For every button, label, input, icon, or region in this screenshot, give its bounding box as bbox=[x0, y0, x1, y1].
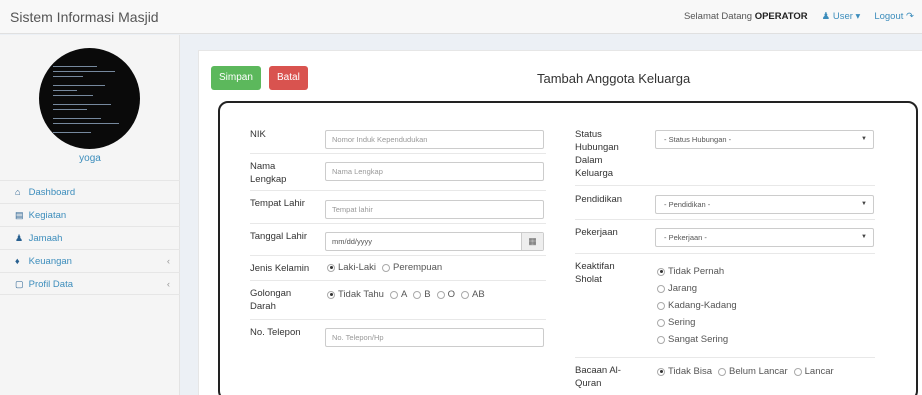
pendidikan-select[interactable]: - Pendidikan - ▼ bbox=[655, 195, 874, 214]
divider bbox=[575, 219, 875, 220]
sidebar-item-keuangan[interactable]: ♦ Keuangan ‹ bbox=[0, 249, 180, 272]
divider bbox=[250, 280, 546, 281]
chevron-left-icon: ‹ bbox=[166, 279, 170, 290]
divider bbox=[575, 253, 875, 254]
pekerjaan-select[interactable]: - Pekerjaan - ▼ bbox=[655, 228, 874, 247]
divider bbox=[575, 357, 875, 358]
tempat-lahir-label: Tempat Lahir bbox=[250, 198, 305, 209]
tanggal-lahir-label: Tanggal Lahir bbox=[250, 231, 308, 242]
avatar bbox=[39, 48, 140, 149]
nama-lengkap-input[interactable]: Nama Lengkap bbox=[325, 162, 544, 181]
app-title[interactable]: Sistem Informasi Masjid bbox=[10, 9, 159, 25]
radio-unselected-icon bbox=[657, 284, 665, 293]
nama-lengkap-label: Nama Lengkap bbox=[250, 161, 287, 185]
radio-belum-lancar[interactable]: Belum Lancar bbox=[718, 366, 788, 377]
status-hubungan-select[interactable]: - Status Hubungan - ▼ bbox=[655, 130, 874, 149]
radio-unselected-icon bbox=[657, 335, 665, 344]
save-button[interactable]: Simpan bbox=[211, 66, 261, 90]
radio-ab[interactable]: AB bbox=[461, 289, 485, 300]
radio-perempuan[interactable]: Perempuan bbox=[382, 262, 442, 273]
radio-selected-icon bbox=[327, 263, 335, 272]
radio-sangat-sering[interactable]: Sangat Sering bbox=[657, 331, 737, 348]
top-nav-right: Selamat Datang OPERATOR ♟ User ▾ Logout … bbox=[684, 11, 914, 22]
radio-unselected-icon bbox=[718, 367, 726, 376]
tanggal-lahir-input[interactable]: mm/dd/yyyy ▦ bbox=[325, 232, 544, 251]
top-navbar: Sistem Informasi Masjid Selamat Datang O… bbox=[0, 0, 922, 34]
radio-unselected-icon bbox=[436, 290, 445, 299]
telepon-input[interactable]: No. Telepon/Hp bbox=[325, 328, 544, 347]
file-icon: ▢ bbox=[15, 279, 24, 289]
sidebar-item-jamaah[interactable]: ♟ Jamaah bbox=[0, 226, 180, 249]
divider bbox=[250, 255, 546, 256]
calendar-icon: ▤ bbox=[15, 210, 24, 220]
telepon-label: No. Telepon bbox=[250, 327, 301, 338]
keaktifan-sholat-radio-group: Tidak Pernah Jarang Kadang-Kadang Sering… bbox=[657, 263, 737, 348]
jenis-kelamin-label: Jenis Kelamin bbox=[250, 263, 310, 274]
main-content: Simpan Batal Tambah Anggota Keluarga NIK… bbox=[198, 50, 922, 395]
divider bbox=[250, 190, 546, 191]
radio-b[interactable]: B bbox=[413, 289, 431, 300]
radio-unselected-icon bbox=[657, 301, 665, 310]
current-username: OPERATOR bbox=[754, 11, 808, 22]
user-menu-dropdown[interactable]: ♟ User ▾ bbox=[822, 11, 861, 22]
divider bbox=[575, 185, 875, 186]
welcome-text: Selamat Datang OPERATOR bbox=[683, 11, 808, 22]
users-icon: ♟ bbox=[15, 233, 24, 243]
status-hubungan-label: Status Hubungan Dalam Keluarga bbox=[575, 129, 619, 179]
golongan-darah-label: Golongan Darah bbox=[250, 288, 292, 312]
pendidikan-label: Pendidikan bbox=[575, 194, 623, 205]
radio-unselected-icon bbox=[389, 290, 398, 299]
radio-tidak-bisa[interactable]: Tidak Bisa bbox=[657, 366, 712, 377]
keaktifan-sholat-label: Keaktifan Sholat bbox=[575, 261, 615, 285]
cancel-button[interactable]: Batal bbox=[269, 66, 308, 90]
radio-selected-icon bbox=[657, 267, 665, 276]
tempat-lahir-input[interactable]: Tempat lahir bbox=[325, 200, 544, 219]
radio-unselected-icon bbox=[413, 290, 422, 299]
radio-unselected-icon bbox=[793, 367, 802, 376]
sidebar-item-kegiatan[interactable]: ▤ Kegiatan bbox=[0, 203, 180, 226]
sidebar: yoga ⌂ Dashboard ▤ Kegiatan ♟ Jamaah ♦ K… bbox=[0, 35, 180, 395]
radio-unselected-icon bbox=[382, 263, 391, 272]
chevron-left-icon: ‹ bbox=[166, 256, 170, 267]
bacaan-quran-label: Bacaan Al-Quran bbox=[575, 365, 621, 389]
nik-label: NIK bbox=[250, 129, 266, 140]
logout-link[interactable]: Logout ↷ bbox=[874, 11, 914, 22]
sidebar-item-dashboard[interactable]: ⌂ Dashboard bbox=[0, 180, 180, 203]
family-member-form: NIK Nomor Induk Kependudukan Nama Lengka… bbox=[218, 101, 918, 395]
radio-sering[interactable]: Sering bbox=[657, 314, 737, 331]
user-icon: ♟ bbox=[821, 11, 831, 22]
sidebar-menu: ⌂ Dashboard ▤ Kegiatan ♟ Jamaah ♦ Keuang… bbox=[0, 180, 180, 295]
divider bbox=[250, 319, 546, 320]
calendar-icon[interactable]: ▦ bbox=[521, 233, 543, 250]
sidebar-username[interactable]: yoga bbox=[0, 153, 180, 164]
nik-input[interactable]: Nomor Induk Kependudukan bbox=[325, 130, 544, 149]
radio-tidak-tahu[interactable]: Tidak Tahu bbox=[327, 289, 384, 300]
radio-selected-icon bbox=[657, 367, 665, 376]
pekerjaan-label: Pekerjaan bbox=[575, 227, 618, 238]
caret-down-icon: ▼ bbox=[861, 201, 867, 207]
bacaan-quran-radio-group: Tidak Bisa Belum Lancar Lancar bbox=[657, 366, 834, 377]
radio-kadang-kadang[interactable]: Kadang-Kadang bbox=[657, 297, 737, 314]
sign-out-icon: ↷ bbox=[906, 11, 914, 22]
caret-down-icon: ▼ bbox=[861, 136, 867, 142]
home-icon: ⌂ bbox=[15, 187, 21, 197]
money-icon: ♦ bbox=[15, 256, 20, 266]
divider bbox=[250, 153, 546, 154]
radio-laki-laki[interactable]: Laki-Laki bbox=[327, 262, 376, 273]
radio-o[interactable]: O bbox=[436, 289, 455, 300]
divider bbox=[250, 223, 546, 224]
radio-a[interactable]: A bbox=[389, 289, 407, 300]
radio-unselected-icon bbox=[461, 290, 470, 299]
radio-tidak-pernah[interactable]: Tidak Pernah bbox=[657, 263, 737, 280]
jenis-kelamin-radio-group: Laki-Laki Perempuan bbox=[327, 262, 442, 273]
caret-down-icon: ▼ bbox=[861, 234, 867, 240]
form-title: Tambah Anggota Keluarga bbox=[537, 71, 691, 86]
radio-lancar[interactable]: Lancar bbox=[793, 366, 834, 377]
radio-jarang[interactable]: Jarang bbox=[657, 280, 737, 297]
golongan-darah-radio-group: Tidak Tahu A B O AB bbox=[327, 289, 485, 300]
radio-unselected-icon bbox=[657, 318, 665, 327]
caret-down-icon: ▾ bbox=[855, 11, 861, 22]
sidebar-item-profil-data[interactable]: ▢ Profil Data ‹ bbox=[0, 272, 180, 295]
radio-selected-icon bbox=[327, 290, 335, 299]
